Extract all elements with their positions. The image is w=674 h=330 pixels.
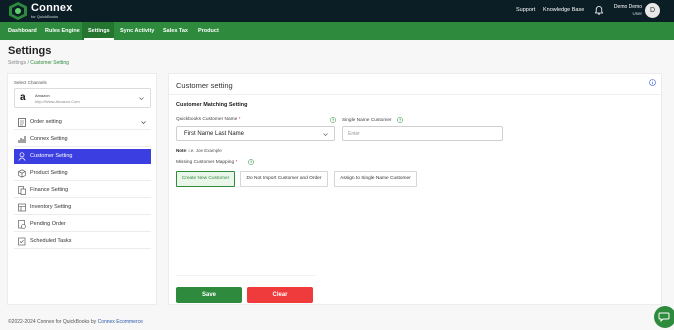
help-icon[interactable]: [397, 117, 403, 123]
nav-sales-tax[interactable]: Sales Tax: [163, 22, 188, 40]
pending-icon: [18, 220, 26, 229]
option-assign-single-name[interactable]: Assign to Single Name Customer: [334, 171, 417, 187]
sidebar-item-product-setting[interactable]: Product Setting: [14, 166, 151, 181]
sidebar-item-pending-order[interactable]: Pending Order: [14, 217, 151, 232]
breadcrumb: Settings / Customer Setting: [8, 60, 69, 66]
page-title: Settings: [8, 45, 52, 57]
note-text: Note: i.e. Joe Example: [176, 148, 222, 153]
sidebar-item-connex-setting[interactable]: Connex Setting: [14, 132, 151, 147]
chevron-down-icon: [139, 97, 144, 100]
nav-product[interactable]: Product: [198, 22, 219, 40]
clear-button[interactable]: Clear: [247, 287, 313, 303]
settings-sidebar: Select Channels a Amazon http://Www.Amaz…: [7, 73, 157, 305]
qb-customer-name-select[interactable]: First Name Last Name: [176, 126, 335, 141]
sidebar-item-finance-setting[interactable]: Finance Setting: [14, 183, 151, 198]
single-name-customer-label: Single Name Customer: [342, 118, 392, 123]
user-role: User: [632, 11, 642, 16]
bar-chart-icon: [18, 136, 26, 143]
channel-url: http://Www.Amazon.Com: [35, 99, 80, 104]
section-title: Customer Matching Setting: [176, 102, 248, 108]
nav-sync-activity[interactable]: Sync Activity: [120, 22, 154, 40]
box-icon: [18, 169, 26, 178]
info-icon[interactable]: [649, 79, 656, 86]
finance-icon: [18, 186, 26, 195]
knowledge-base-link[interactable]: Knowledge Base: [543, 7, 584, 14]
footer-text: ©2022-2024 Connex for QuickBooks by: [8, 319, 98, 325]
user-icon: [18, 152, 26, 161]
divider: [176, 275, 316, 276]
nav-rules-engine[interactable]: Rules Engine: [45, 22, 80, 40]
tasks-icon: [18, 237, 26, 246]
help-icon[interactable]: [330, 117, 336, 123]
chat-button[interactable]: [654, 306, 674, 328]
chat-icon: [658, 312, 670, 323]
select-channels-label: Select Channels: [14, 80, 47, 85]
sidebar-item-customer-setting[interactable]: Customer Setting: [14, 149, 151, 164]
sidebar-item-label: Product Setting: [30, 170, 68, 176]
missing-customer-mapping-label: Missing Customer Mapping *: [176, 160, 238, 165]
footer-link[interactable]: Connex Ecommerce: [98, 319, 143, 325]
brand-name: Connex: [31, 2, 73, 14]
channel-name: Amazon: [35, 93, 50, 98]
breadcrumb-root[interactable]: Settings: [8, 60, 26, 66]
sidebar-item-scheduled-tasks[interactable]: Scheduled Tasks: [14, 234, 151, 249]
sidebar-item-label: Customer Setting: [30, 153, 73, 159]
divider: [169, 94, 663, 95]
chevron-down-icon: [323, 133, 328, 136]
nav-dashboard[interactable]: Dashboard: [8, 22, 37, 40]
connex-logo-icon: [9, 2, 27, 20]
sidebar-item-label: Inventory Setting: [30, 204, 72, 210]
breadcrumb-current: Customer Setting: [30, 60, 69, 66]
avatar[interactable]: D: [645, 3, 660, 18]
top-bar: Connex for QuickBooks Support Knowledge …: [0, 0, 674, 22]
sidebar-item-label: Pending Order: [30, 221, 66, 227]
chevron-down-icon: [141, 121, 146, 124]
sidebar-item-label: Finance Setting: [30, 187, 69, 193]
help-icon[interactable]: [248, 159, 254, 165]
breadcrumb-separator: /: [27, 60, 29, 66]
option-create-new-customer[interactable]: Create New Customer: [176, 171, 235, 187]
channel-select[interactable]: a Amazon http://Www.Amazon.Com: [14, 88, 151, 108]
sidebar-item-inventory-setting[interactable]: Inventory Setting: [14, 200, 151, 215]
sidebar-item-label: Connex Setting: [30, 136, 68, 142]
selected-value: First Name Last Name: [184, 131, 245, 137]
amazon-logo-icon: a: [20, 92, 26, 103]
order-icon: [18, 118, 26, 127]
single-name-customer-input[interactable]: [342, 126, 503, 141]
option-do-not-import[interactable]: Do Not Import Customer and Order: [240, 171, 328, 187]
sidebar-item-label: Scheduled Tasks: [30, 238, 72, 244]
bell-icon[interactable]: [595, 6, 603, 15]
inventory-icon: [18, 203, 26, 212]
brand-subtitle: for QuickBooks: [31, 14, 59, 19]
footer: ©2022-2024 Connex for QuickBooks by Conn…: [8, 319, 143, 325]
sidebar-item-order-setting[interactable]: Order setting: [14, 115, 151, 130]
save-button[interactable]: Save: [176, 287, 242, 303]
user-name: Demo Demo: [613, 4, 642, 10]
qb-customer-name-label: Quickbooks Customer Name *: [176, 117, 241, 122]
sidebar-item-label: Order setting: [30, 119, 62, 125]
support-link[interactable]: Support: [516, 7, 535, 14]
panel-title: Customer setting: [176, 81, 233, 90]
nav-settings[interactable]: Settings: [84, 22, 114, 40]
customer-setting-panel: Customer setting Customer Matching Setti…: [168, 73, 663, 305]
